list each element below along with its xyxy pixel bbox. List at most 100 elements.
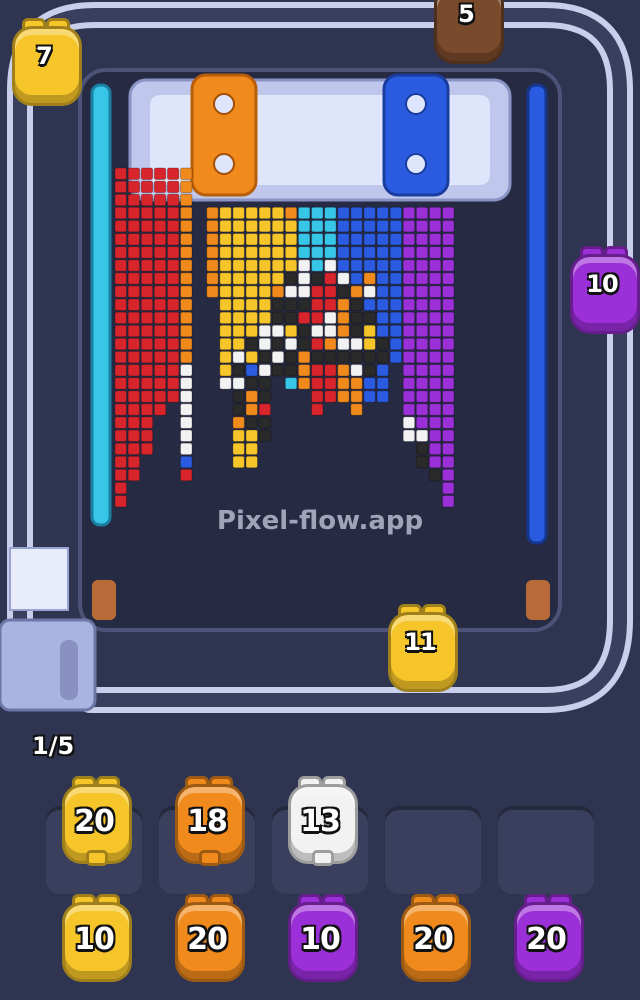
queue-pig-orange-20[interactable]: 20 bbox=[171, 894, 245, 982]
pixel-cell bbox=[284, 311, 298, 325]
pixel-cell bbox=[376, 337, 389, 351]
pixel-cell bbox=[232, 272, 245, 285]
pixel-cell bbox=[415, 272, 429, 285]
queue-pig-orange-20b[interactable]: 20 bbox=[397, 894, 471, 982]
pixel-cell bbox=[245, 416, 258, 429]
pixel-cell bbox=[363, 285, 376, 298]
pixel-cell bbox=[324, 259, 337, 272]
pixel-cell bbox=[180, 233, 193, 246]
pixel-cell bbox=[337, 298, 350, 311]
pixel-cell bbox=[337, 350, 350, 364]
pixel-cell bbox=[415, 416, 429, 429]
pixel-cell bbox=[232, 403, 245, 416]
pixel-cell bbox=[284, 285, 298, 298]
pixel-cell bbox=[402, 272, 416, 285]
pixel-cell bbox=[127, 350, 141, 364]
pixel-cell bbox=[311, 311, 324, 325]
track-pig-purple-10[interactable]: 10 bbox=[566, 246, 640, 334]
pixel-cell bbox=[324, 219, 337, 233]
pixel-cell bbox=[258, 364, 272, 377]
slot-pig-white-13[interactable]: 13 bbox=[284, 776, 358, 866]
pixel-cell bbox=[140, 403, 154, 416]
pixel-cell bbox=[311, 285, 324, 298]
pixel-cell bbox=[245, 403, 258, 416]
pixel-cell bbox=[389, 259, 403, 272]
pig-count: 13 bbox=[300, 804, 341, 839]
pixel-cell bbox=[389, 324, 403, 338]
pixel-cell bbox=[442, 272, 455, 285]
pixel-cell bbox=[127, 390, 141, 403]
pixel-cell bbox=[153, 350, 167, 364]
pixel-cell bbox=[442, 350, 455, 364]
right-stump bbox=[526, 580, 550, 620]
track-pig-yellow-7[interactable]: 7 bbox=[8, 18, 82, 106]
queue-pig-purple-20[interactable]: 20 bbox=[510, 894, 584, 982]
pixel-cell bbox=[389, 246, 403, 259]
pixel-cell bbox=[350, 350, 363, 364]
pixel-cell bbox=[232, 390, 245, 403]
pixel-cell bbox=[442, 337, 455, 351]
pixel-cell bbox=[232, 219, 245, 233]
pixel-cell bbox=[376, 259, 389, 272]
holding-slot-4[interactable] bbox=[385, 806, 481, 894]
pixel-cell bbox=[297, 311, 311, 325]
pig-tail bbox=[312, 850, 334, 866]
pixel-cell bbox=[271, 233, 285, 246]
pixel-cell bbox=[324, 206, 337, 220]
pixel-cell bbox=[127, 468, 141, 482]
pixel-cell bbox=[153, 364, 167, 377]
pixel-cell bbox=[311, 298, 324, 311]
pixel-cell bbox=[219, 285, 232, 298]
track-pig-brown-5[interactable]: 5 bbox=[430, 0, 504, 64]
pixel-cell bbox=[271, 324, 285, 338]
pixel-cell bbox=[428, 390, 442, 403]
pixel-cell bbox=[140, 167, 154, 180]
pixel-cell bbox=[428, 429, 442, 442]
pixel-cell bbox=[180, 468, 193, 482]
pixel-cell bbox=[166, 219, 180, 233]
cyan-side-rod bbox=[90, 83, 112, 527]
pixel-cell bbox=[127, 311, 141, 325]
pixel-cell bbox=[442, 233, 455, 246]
pixel-cell bbox=[127, 455, 141, 469]
pixel-cell bbox=[180, 311, 193, 325]
left-stump bbox=[92, 580, 116, 620]
pixel-cell bbox=[180, 442, 193, 456]
queue-pig-purple-10[interactable]: 10 bbox=[284, 894, 358, 982]
pixel-cell bbox=[337, 272, 350, 285]
pixel-cell bbox=[180, 167, 193, 180]
queue-pig-yellow-10[interactable]: 10 bbox=[58, 894, 132, 982]
pixel-cell bbox=[428, 272, 442, 285]
pixel-cell bbox=[166, 311, 180, 325]
pixel-cell bbox=[258, 337, 272, 351]
pixel-cell bbox=[245, 337, 258, 351]
pixel-cell bbox=[114, 377, 127, 390]
pixel-cell bbox=[114, 272, 127, 285]
pixel-cell bbox=[258, 350, 272, 364]
pixel-cell bbox=[127, 429, 141, 442]
slot-pig-orange-18[interactable]: 18 bbox=[171, 776, 245, 866]
pixel-cell bbox=[166, 285, 180, 298]
holding-slot-5[interactable] bbox=[498, 806, 594, 894]
pixel-cell bbox=[428, 350, 442, 364]
pixel-cell bbox=[311, 206, 324, 220]
pixel-cell bbox=[114, 364, 127, 377]
pixel-cell bbox=[442, 259, 455, 272]
pixel-cell bbox=[153, 377, 167, 390]
pixel-cell bbox=[140, 180, 154, 194]
pixel-cell bbox=[245, 350, 258, 364]
pixel-cell bbox=[271, 298, 285, 311]
pixel-cell bbox=[180, 324, 193, 338]
pixel-cell bbox=[415, 429, 429, 442]
pixel-cell bbox=[402, 219, 416, 233]
slot-pig-yellow-20[interactable]: 20 bbox=[58, 776, 132, 866]
track-pig-yellow-11[interactable]: 11 bbox=[384, 604, 458, 692]
pixel-cell bbox=[166, 390, 180, 403]
pixel-cell bbox=[127, 233, 141, 246]
pixel-cell bbox=[415, 442, 429, 456]
pixel-cell bbox=[166, 259, 180, 272]
pixel-cell bbox=[415, 298, 429, 311]
pixel-cell bbox=[127, 246, 141, 259]
pixel-cell bbox=[442, 455, 455, 469]
pig-count: 20 bbox=[74, 804, 115, 839]
